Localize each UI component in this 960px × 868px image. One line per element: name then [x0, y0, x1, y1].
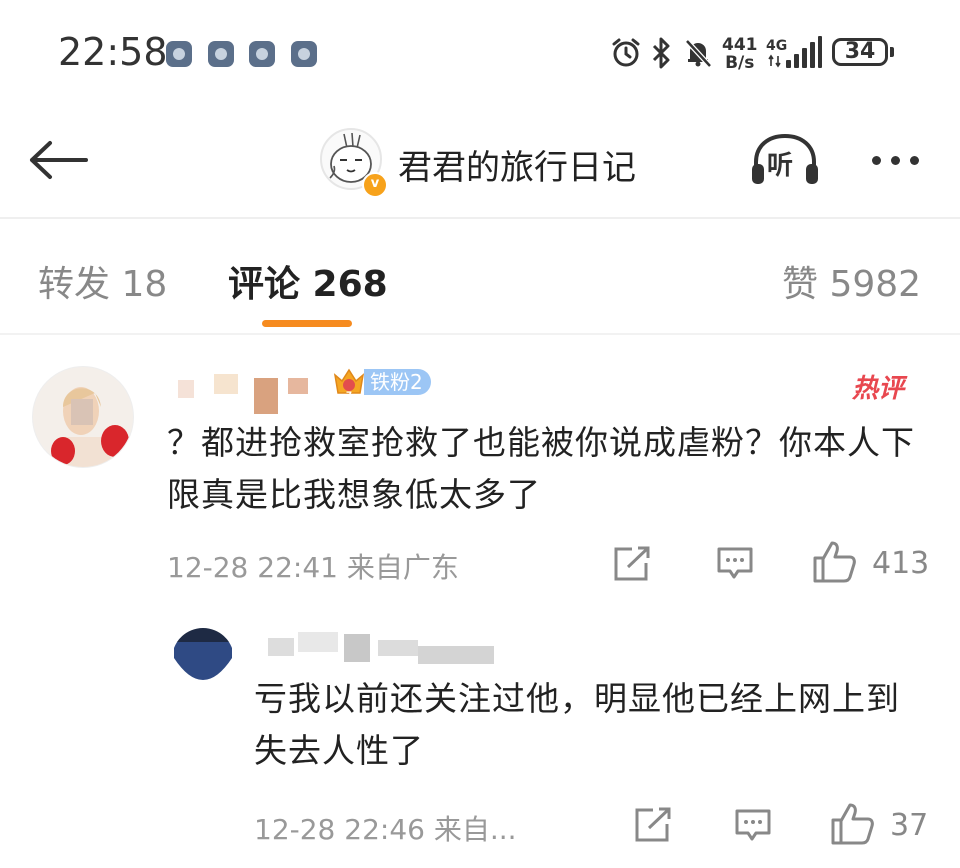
reply-name-blurred[interactable] — [268, 630, 498, 666]
tab-comments[interactable]: 评论 268 — [228, 255, 388, 307]
like-thumb-icon[interactable] — [830, 802, 876, 846]
commenter-avatar[interactable] — [32, 366, 134, 468]
share-icon[interactable] — [612, 545, 652, 583]
alarm-icon — [612, 38, 640, 67]
notification-icon — [166, 41, 192, 67]
status-time: 22:58 — [58, 30, 168, 74]
more-options-icon[interactable] — [872, 150, 929, 169]
header-divider — [0, 217, 960, 219]
signal-strength-icon — [786, 36, 822, 68]
svg-text:7: 7 — [346, 391, 352, 399]
reply-meta: 12-28 22:46 来自... — [254, 813, 517, 846]
page-title: 君君的旅行日记 — [398, 148, 636, 188]
share-icon[interactable] — [633, 806, 673, 844]
notification-icon — [291, 41, 317, 67]
commenter-name-blurred[interactable] — [172, 372, 332, 416]
verified-badge-icon: v — [362, 172, 388, 198]
network-speed: 441 B/s — [722, 35, 758, 73]
listen-button[interactable]: 听 — [750, 132, 820, 188]
data-arrows-icon — [768, 54, 781, 68]
tab-likes[interactable]: 赞 5982 — [782, 255, 921, 307]
reply-icon[interactable] — [716, 546, 754, 582]
battery-tip — [890, 47, 894, 57]
crown-icon: 7 — [333, 368, 365, 399]
like-thumb-icon[interactable] — [812, 540, 858, 584]
like-count: 37 — [890, 808, 929, 843]
fan-badge-label: 铁粉2 — [364, 369, 431, 395]
listen-label: 听 — [767, 151, 794, 181]
tab-repost[interactable]: 转发 18 — [38, 255, 167, 307]
notification-icon — [208, 41, 234, 67]
back-arrow-icon[interactable] — [28, 140, 88, 180]
network-type: 4G — [766, 38, 788, 54]
comment-meta: 12-28 22:41 来自广东 — [167, 551, 459, 584]
hot-comment-tag: 热评 — [852, 374, 905, 404]
tabs-divider — [0, 333, 960, 335]
battery-indicator: 34 — [832, 38, 888, 66]
notification-icon — [249, 41, 275, 67]
reply-text: 亏我以前还关注过他，明显他已经上网上到失去人性了 — [254, 679, 900, 770]
like-count: 413 — [872, 546, 930, 581]
comment-text: ？都进抢救室抢救了也能被你说成虐粉？你本人下限真是比我想象低太多了 — [167, 423, 915, 514]
bluetooth-icon — [652, 37, 670, 69]
mute-bell-icon — [685, 39, 712, 68]
reply-avatar[interactable] — [172, 628, 234, 690]
active-tab-indicator — [262, 320, 352, 327]
reply-icon[interactable] — [734, 808, 772, 844]
